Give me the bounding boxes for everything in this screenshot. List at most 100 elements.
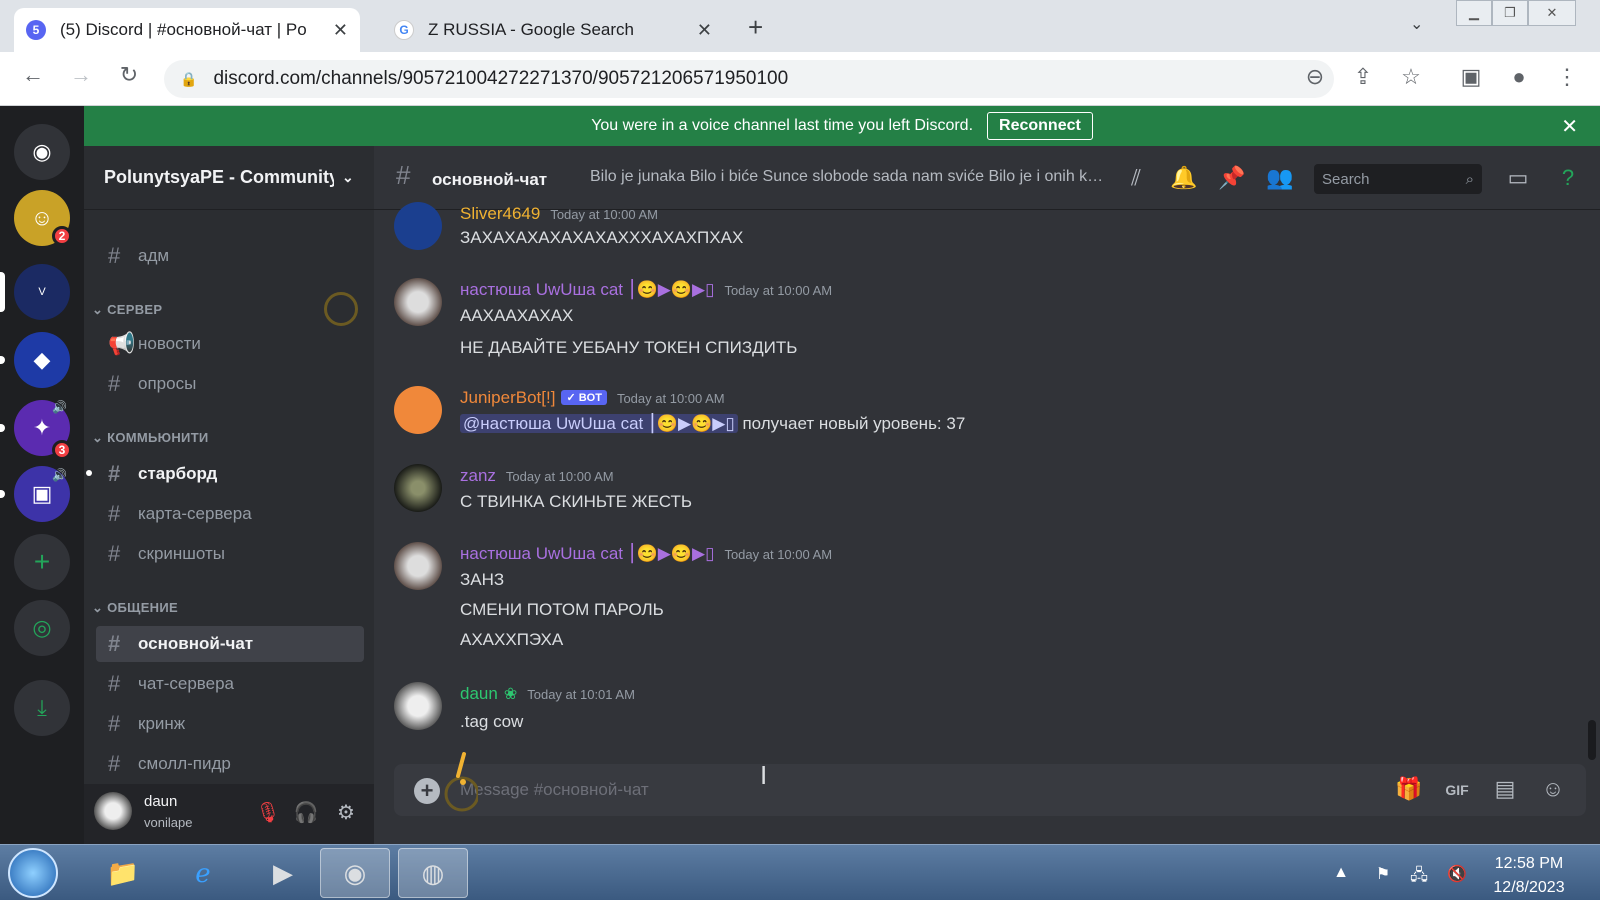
attach-plus-icon[interactable]: + — [414, 778, 440, 804]
notice-close-icon[interactable]: ✕ — [1561, 114, 1578, 139]
category-server[interactable]: ⌄ СЕРВЕР — [92, 302, 162, 318]
network-icon[interactable]: 🖧 — [1406, 864, 1432, 891]
share-icon[interactable]: ⇪ — [1348, 64, 1378, 90]
member-list-icon[interactable]: 👥 — [1264, 165, 1296, 191]
channel-small[interactable]: # смолл-пидр — [96, 746, 364, 782]
message-text: @настюша UwUша cat ⎮😊▶😊▶▯ получает новый… — [460, 414, 965, 434]
channel-news[interactable]: 📢 новости — [96, 326, 364, 362]
channel-server-chat[interactable]: # чат-сервера — [96, 666, 364, 702]
message-author[interactable]: daun — [460, 684, 498, 704]
restore-icon[interactable]: ❐ — [1492, 0, 1528, 26]
media-player-icon[interactable]: ▶ — [248, 848, 318, 898]
headphones-icon[interactable]: 🎧 — [292, 800, 320, 825]
download-icon[interactable]: ⤓ — [14, 680, 70, 736]
guild-icon-vanilla[interactable]: V — [14, 264, 70, 320]
bot-badge: ✓ BOT — [561, 390, 607, 405]
megaphone-icon: 📢 — [108, 331, 136, 356]
tab-google-search[interactable]: G Z RUSSIA - Google Search ✕ — [382, 8, 724, 52]
settings-gear-icon[interactable]: ⚙ — [332, 800, 360, 825]
windows-start-icon[interactable] — [8, 848, 58, 898]
guild-icon[interactable]: ◆ — [14, 332, 70, 388]
message-author[interactable]: JuniperBot[!] — [460, 388, 555, 408]
user-avatar[interactable] — [94, 792, 132, 830]
message-author[interactable]: настюша UwUша cat ⎮😊▶😊▶▯ — [460, 544, 714, 564]
gif-icon[interactable]: GIF — [1442, 782, 1472, 798]
channel-main-chat[interactable]: # основной-чат — [96, 626, 364, 662]
selected-guild-pill — [0, 272, 5, 312]
bot-avatar[interactable] — [394, 386, 442, 434]
search-input[interactable]: Search ⌕ — [1314, 164, 1482, 194]
add-server-icon[interactable]: + — [14, 534, 70, 590]
message-author[interactable]: zanz — [460, 466, 496, 486]
category-chat[interactable]: ⌄ ОБЩЕНИЕ — [92, 600, 178, 616]
mic-muted-icon[interactable]: 🎙 — [254, 800, 282, 825]
tab-close-icon[interactable]: ✕ — [333, 20, 348, 41]
server-header[interactable]: PolunytsyaPE - Community ⌄ — [84, 146, 374, 210]
message-author[interactable]: Sliver4649 — [460, 204, 540, 224]
category-community[interactable]: ⌄ КОММЬЮНИТИ — [92, 430, 209, 446]
channel-adm[interactable]: # адм — [96, 238, 364, 274]
chrome-icon[interactable]: ◉ — [320, 848, 390, 898]
channel-starboard[interactable]: # старборд — [96, 456, 364, 492]
hash-icon: # — [108, 671, 121, 696]
avatar[interactable] — [394, 278, 442, 326]
notification-bell-icon[interactable]: 🔔 — [1168, 165, 1200, 191]
message-author[interactable]: настюша UwUша cat ⎮😊▶😊▶▯ — [460, 280, 714, 300]
back-arrow-icon[interactable]: ← — [18, 62, 48, 88]
channel-server-map[interactable]: # карта-сервера — [96, 496, 364, 532]
avatar[interactable] — [394, 682, 442, 730]
text-cursor-icon: I — [760, 760, 768, 790]
channel-label: чат-сервера — [138, 674, 234, 693]
help-icon[interactable]: ? — [1552, 165, 1584, 191]
profile-icon[interactable]: ● — [1504, 64, 1534, 90]
inbox-icon[interactable]: ▭ — [1502, 165, 1534, 191]
window-close-icon[interactable]: ✕ — [1528, 0, 1576, 26]
file-explorer-icon[interactable]: 📁 — [88, 848, 158, 898]
forward-arrow-icon[interactable]: → — [66, 62, 96, 88]
reload-icon[interactable]: ↻ — [114, 62, 144, 88]
message-input[interactable]: Message #основной-чат — [460, 780, 649, 800]
user-mention[interactable]: @настюша UwUша cat ⎮😊▶😊▶▯ — [460, 414, 738, 433]
action-center-flag-icon[interactable]: ⚑ — [1370, 864, 1396, 884]
message-timestamp: Today at 10:00 AM — [724, 283, 833, 298]
channel-polls[interactable]: # опросы — [96, 366, 364, 402]
internet-explorer-icon[interactable]: ℯ — [168, 848, 238, 898]
avatar[interactable] — [394, 464, 442, 512]
omnibox[interactable]: 🔒 discord.com/channels/90572100427227137… — [164, 60, 1334, 98]
reconnect-button[interactable]: Reconnect — [987, 112, 1093, 140]
minimize-icon[interactable]: ▁ — [1456, 0, 1492, 26]
tray-expand-icon[interactable]: ▲ — [1328, 864, 1354, 882]
message-text: СМЕНИ ПОТОМ ПАРОЛЬ — [460, 600, 664, 619]
pinned-messages-icon[interactable]: 📌 — [1216, 165, 1248, 191]
side-panel-icon[interactable]: ▣ — [1456, 64, 1486, 90]
explore-compass-icon[interactable]: ◎ — [14, 600, 70, 656]
bookmark-star-icon[interactable]: ☆ — [1396, 64, 1426, 90]
channel-label: скриншоты — [138, 544, 226, 563]
tab-discord[interactable]: 5 (5) Discord | #основной-чат | Po ✕ — [14, 8, 360, 52]
sticker-icon[interactable]: ▤ — [1490, 776, 1520, 802]
zoom-icon[interactable]: ⊖ — [1300, 64, 1330, 90]
gift-icon[interactable]: 🎁 — [1394, 776, 1424, 802]
avatar[interactable] — [394, 542, 442, 590]
clock-date: 12/8/2023 — [1493, 879, 1565, 896]
tab-close-icon[interactable]: ✕ — [697, 20, 712, 41]
lock-icon: 🔒 — [180, 70, 198, 87]
hash-icon: # — [108, 751, 121, 776]
tab-search-chevron-icon[interactable]: ⌄ — [1410, 14, 1423, 34]
discord-home-icon[interactable]: ◉ — [14, 124, 70, 180]
new-tab-button[interactable]: + — [748, 12, 763, 43]
volume-muted-icon[interactable]: 🔇 — [1444, 864, 1470, 884]
channel-screenshots[interactable]: # скриншоты — [96, 536, 364, 572]
avatar[interactable] — [394, 202, 442, 250]
hash-icon: # — [108, 631, 121, 656]
emoji-icon[interactable]: ☺ — [1538, 776, 1568, 802]
threads-icon[interactable]: ⫽ — [1120, 165, 1152, 191]
taskbar-clock[interactable]: 12:58 PM 12/8/2023 — [1474, 852, 1584, 900]
category-label: СЕРВЕР — [107, 302, 163, 317]
chat-scrollbar[interactable] — [1588, 720, 1596, 760]
browser-menu-icon[interactable]: ⋮ — [1552, 64, 1582, 90]
channel-cringe[interactable]: # кринж — [96, 706, 364, 742]
app-icon[interactable]: ◍ — [398, 848, 468, 898]
message-text: ЗАНЗ — [460, 570, 505, 589]
channel-topic[interactable]: Bilo je junaka Bilo i biće Sunce slobode… — [590, 168, 1110, 186]
